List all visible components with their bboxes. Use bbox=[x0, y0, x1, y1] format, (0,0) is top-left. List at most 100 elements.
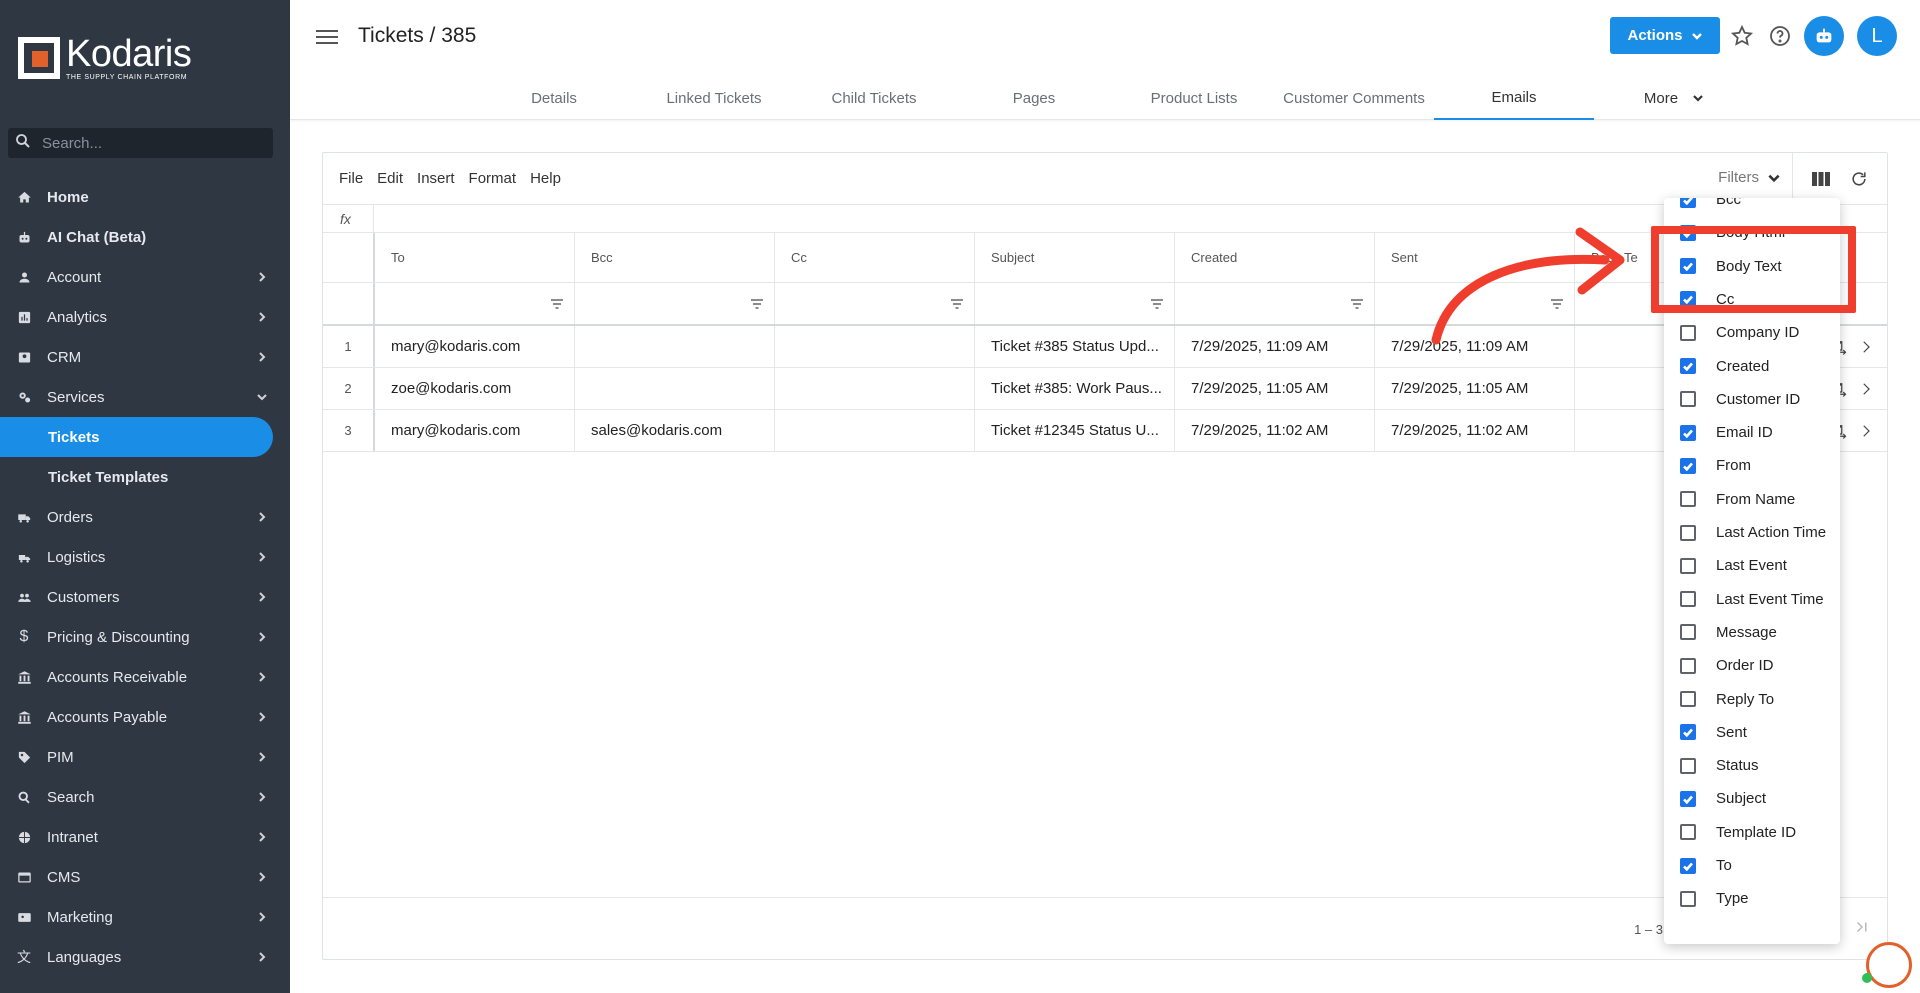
column-option-message[interactable]: Message bbox=[1664, 616, 1840, 649]
column-header-created[interactable]: Created bbox=[1175, 233, 1375, 282]
ai-assistant-button[interactable] bbox=[1804, 16, 1844, 56]
menu-format[interactable]: Format bbox=[469, 170, 517, 187]
checkbox-checked-icon[interactable] bbox=[1680, 857, 1696, 874]
tab-more[interactable]: More bbox=[1594, 76, 1754, 120]
checkbox-unchecked-icon[interactable] bbox=[1680, 824, 1696, 841]
tab-child-tickets[interactable]: Child Tickets bbox=[794, 76, 954, 120]
chevron-right-icon[interactable] bbox=[1857, 338, 1875, 356]
checkbox-checked-icon[interactable] bbox=[1680, 358, 1696, 374]
sidebar-item-marketing[interactable]: Marketing bbox=[0, 897, 290, 937]
avatar[interactable]: L bbox=[1857, 16, 1897, 56]
checkbox-checked-icon[interactable] bbox=[1680, 724, 1696, 741]
sidebar-item-customers[interactable]: Customers bbox=[0, 577, 290, 617]
checkbox-unchecked-icon[interactable] bbox=[1680, 691, 1696, 707]
cell-bcc[interactable] bbox=[575, 368, 775, 409]
menu-insert[interactable]: Insert bbox=[417, 170, 455, 187]
column-option-order-id[interactable]: Order ID bbox=[1664, 649, 1840, 682]
column-header-cc[interactable]: Cc bbox=[775, 233, 975, 282]
sidebar-item-orders[interactable]: Orders bbox=[0, 497, 290, 537]
column-option-template-id[interactable]: Template ID bbox=[1664, 816, 1840, 849]
column-option-from-name[interactable]: From Name bbox=[1664, 483, 1840, 516]
column-option-from[interactable]: From bbox=[1664, 449, 1840, 482]
cell-sent[interactable]: 7/29/2025, 11:02 AM bbox=[1375, 410, 1575, 451]
column-option-created[interactable]: Created bbox=[1664, 350, 1840, 383]
filter-cell-subject[interactable] bbox=[975, 283, 1175, 324]
help-icon[interactable] bbox=[1768, 24, 1792, 48]
cell-cc[interactable] bbox=[775, 368, 975, 409]
sidebar-item-intranet[interactable]: Intranet bbox=[0, 817, 290, 857]
tab-product-lists[interactable]: Product Lists bbox=[1114, 76, 1274, 120]
column-option-last-event[interactable]: Last Event bbox=[1664, 549, 1840, 582]
table-row[interactable]: 3 mary@kodaris.com sales@kodaris.com Tic… bbox=[323, 410, 1887, 452]
tab-pages[interactable]: Pages bbox=[954, 76, 1114, 120]
refresh-icon[interactable] bbox=[1849, 169, 1869, 189]
cell-created[interactable]: 7/29/2025, 11:09 AM bbox=[1175, 326, 1375, 367]
sidebar-item-account[interactable]: Account bbox=[0, 257, 290, 297]
column-header-bcc[interactable]: Bcc bbox=[575, 233, 775, 282]
sidebar-item-logistics[interactable]: Logistics bbox=[0, 537, 290, 577]
checkbox-checked-icon[interactable] bbox=[1680, 790, 1696, 807]
checkbox-unchecked-icon[interactable] bbox=[1680, 757, 1696, 774]
star-icon[interactable] bbox=[1730, 24, 1754, 48]
filter-cell-to[interactable] bbox=[375, 283, 575, 324]
column-option-type[interactable]: Type bbox=[1664, 882, 1840, 915]
column-option-customer-id[interactable]: Customer ID bbox=[1664, 383, 1840, 416]
column-option-reply-to[interactable]: Reply To bbox=[1664, 683, 1840, 716]
sidebar-item-ai-chat[interactable]: AI Chat (Beta) bbox=[0, 217, 290, 257]
cell-created[interactable]: 7/29/2025, 11:05 AM bbox=[1175, 368, 1375, 409]
sidebar-item-home[interactable]: Home bbox=[0, 177, 290, 217]
cell-bcc[interactable]: sales@kodaris.com bbox=[575, 410, 775, 451]
cell-bcc[interactable] bbox=[575, 326, 775, 367]
menu-edit[interactable]: Edit bbox=[377, 170, 403, 187]
filter-icon[interactable] bbox=[950, 297, 964, 311]
menu-help[interactable]: Help bbox=[530, 170, 561, 187]
filter-cell-created[interactable] bbox=[1175, 283, 1375, 324]
sidebar-item-tickets[interactable]: Tickets bbox=[0, 417, 273, 457]
sidebar-item-ticket-templates[interactable]: Ticket Templates bbox=[0, 457, 290, 497]
filter-icon[interactable] bbox=[1350, 297, 1364, 311]
column-header-subject[interactable]: Subject bbox=[975, 233, 1175, 282]
sidebar-item-pim[interactable]: PIM bbox=[0, 737, 290, 777]
chevron-right-icon[interactable] bbox=[1857, 422, 1875, 440]
sidebar-item-cms[interactable]: CMS bbox=[0, 857, 290, 897]
checkbox-unchecked-icon[interactable] bbox=[1680, 491, 1696, 508]
column-option-subject[interactable]: Subject bbox=[1664, 782, 1840, 815]
cell-subject[interactable]: Ticket #12345 Status U... bbox=[975, 410, 1175, 451]
columns-icon[interactable] bbox=[1811, 170, 1831, 188]
table-row[interactable]: 2 zoe@kodaris.com Ticket #385: Work Paus… bbox=[323, 368, 1887, 410]
menu-toggle-icon[interactable] bbox=[316, 26, 338, 48]
kodaris-logo[interactable]: Kodaris THE SUPPLY CHAIN PLATFORM bbox=[18, 35, 192, 81]
column-option-last-event-time[interactable]: Last Event Time bbox=[1664, 583, 1840, 616]
checkbox-unchecked-icon[interactable] bbox=[1680, 557, 1696, 574]
checkbox-checked-icon[interactable] bbox=[1680, 424, 1696, 441]
actions-button[interactable]: Actions bbox=[1610, 17, 1720, 54]
filter-icon[interactable] bbox=[550, 297, 564, 311]
cell-cc[interactable] bbox=[775, 410, 975, 451]
sidebar-item-crm[interactable]: CRM bbox=[0, 337, 290, 377]
column-option-last-action-time[interactable]: Last Action Time bbox=[1664, 516, 1840, 549]
tab-details[interactable]: Details bbox=[474, 76, 634, 120]
checkbox-checked-icon[interactable] bbox=[1680, 457, 1696, 474]
column-option-email-id[interactable]: Email ID bbox=[1664, 416, 1840, 449]
cell-created[interactable]: 7/29/2025, 11:02 AM bbox=[1175, 410, 1375, 451]
cell-to[interactable]: zoe@kodaris.com bbox=[375, 368, 575, 409]
column-header-to[interactable]: To bbox=[375, 233, 575, 282]
checkbox-unchecked-icon[interactable] bbox=[1680, 591, 1696, 608]
filter-cell-bcc[interactable] bbox=[575, 283, 775, 324]
filter-icon[interactable] bbox=[750, 297, 764, 311]
tab-linked-tickets[interactable]: Linked Tickets bbox=[634, 76, 794, 120]
column-option-company-id[interactable]: Company ID bbox=[1664, 316, 1840, 349]
column-option-sent[interactable]: Sent bbox=[1664, 716, 1840, 749]
sidebar-item-accounts-receivable[interactable]: Accounts Receivable bbox=[0, 657, 290, 697]
column-option-status[interactable]: Status bbox=[1664, 749, 1840, 782]
sidebar-item-search[interactable]: Search bbox=[0, 777, 290, 817]
checkbox-unchecked-icon[interactable] bbox=[1680, 657, 1696, 674]
last-page-icon[interactable] bbox=[1853, 918, 1873, 938]
tab-customer-comments[interactable]: Customer Comments bbox=[1274, 76, 1434, 120]
sidebar-item-analytics[interactable]: Analytics bbox=[0, 297, 290, 337]
checkbox-unchecked-icon[interactable] bbox=[1680, 391, 1696, 408]
cell-to[interactable]: mary@kodaris.com bbox=[375, 410, 575, 451]
filter-icon[interactable] bbox=[1150, 297, 1164, 311]
checkbox-unchecked-icon[interactable] bbox=[1680, 890, 1696, 907]
menu-file[interactable]: File bbox=[339, 170, 363, 187]
